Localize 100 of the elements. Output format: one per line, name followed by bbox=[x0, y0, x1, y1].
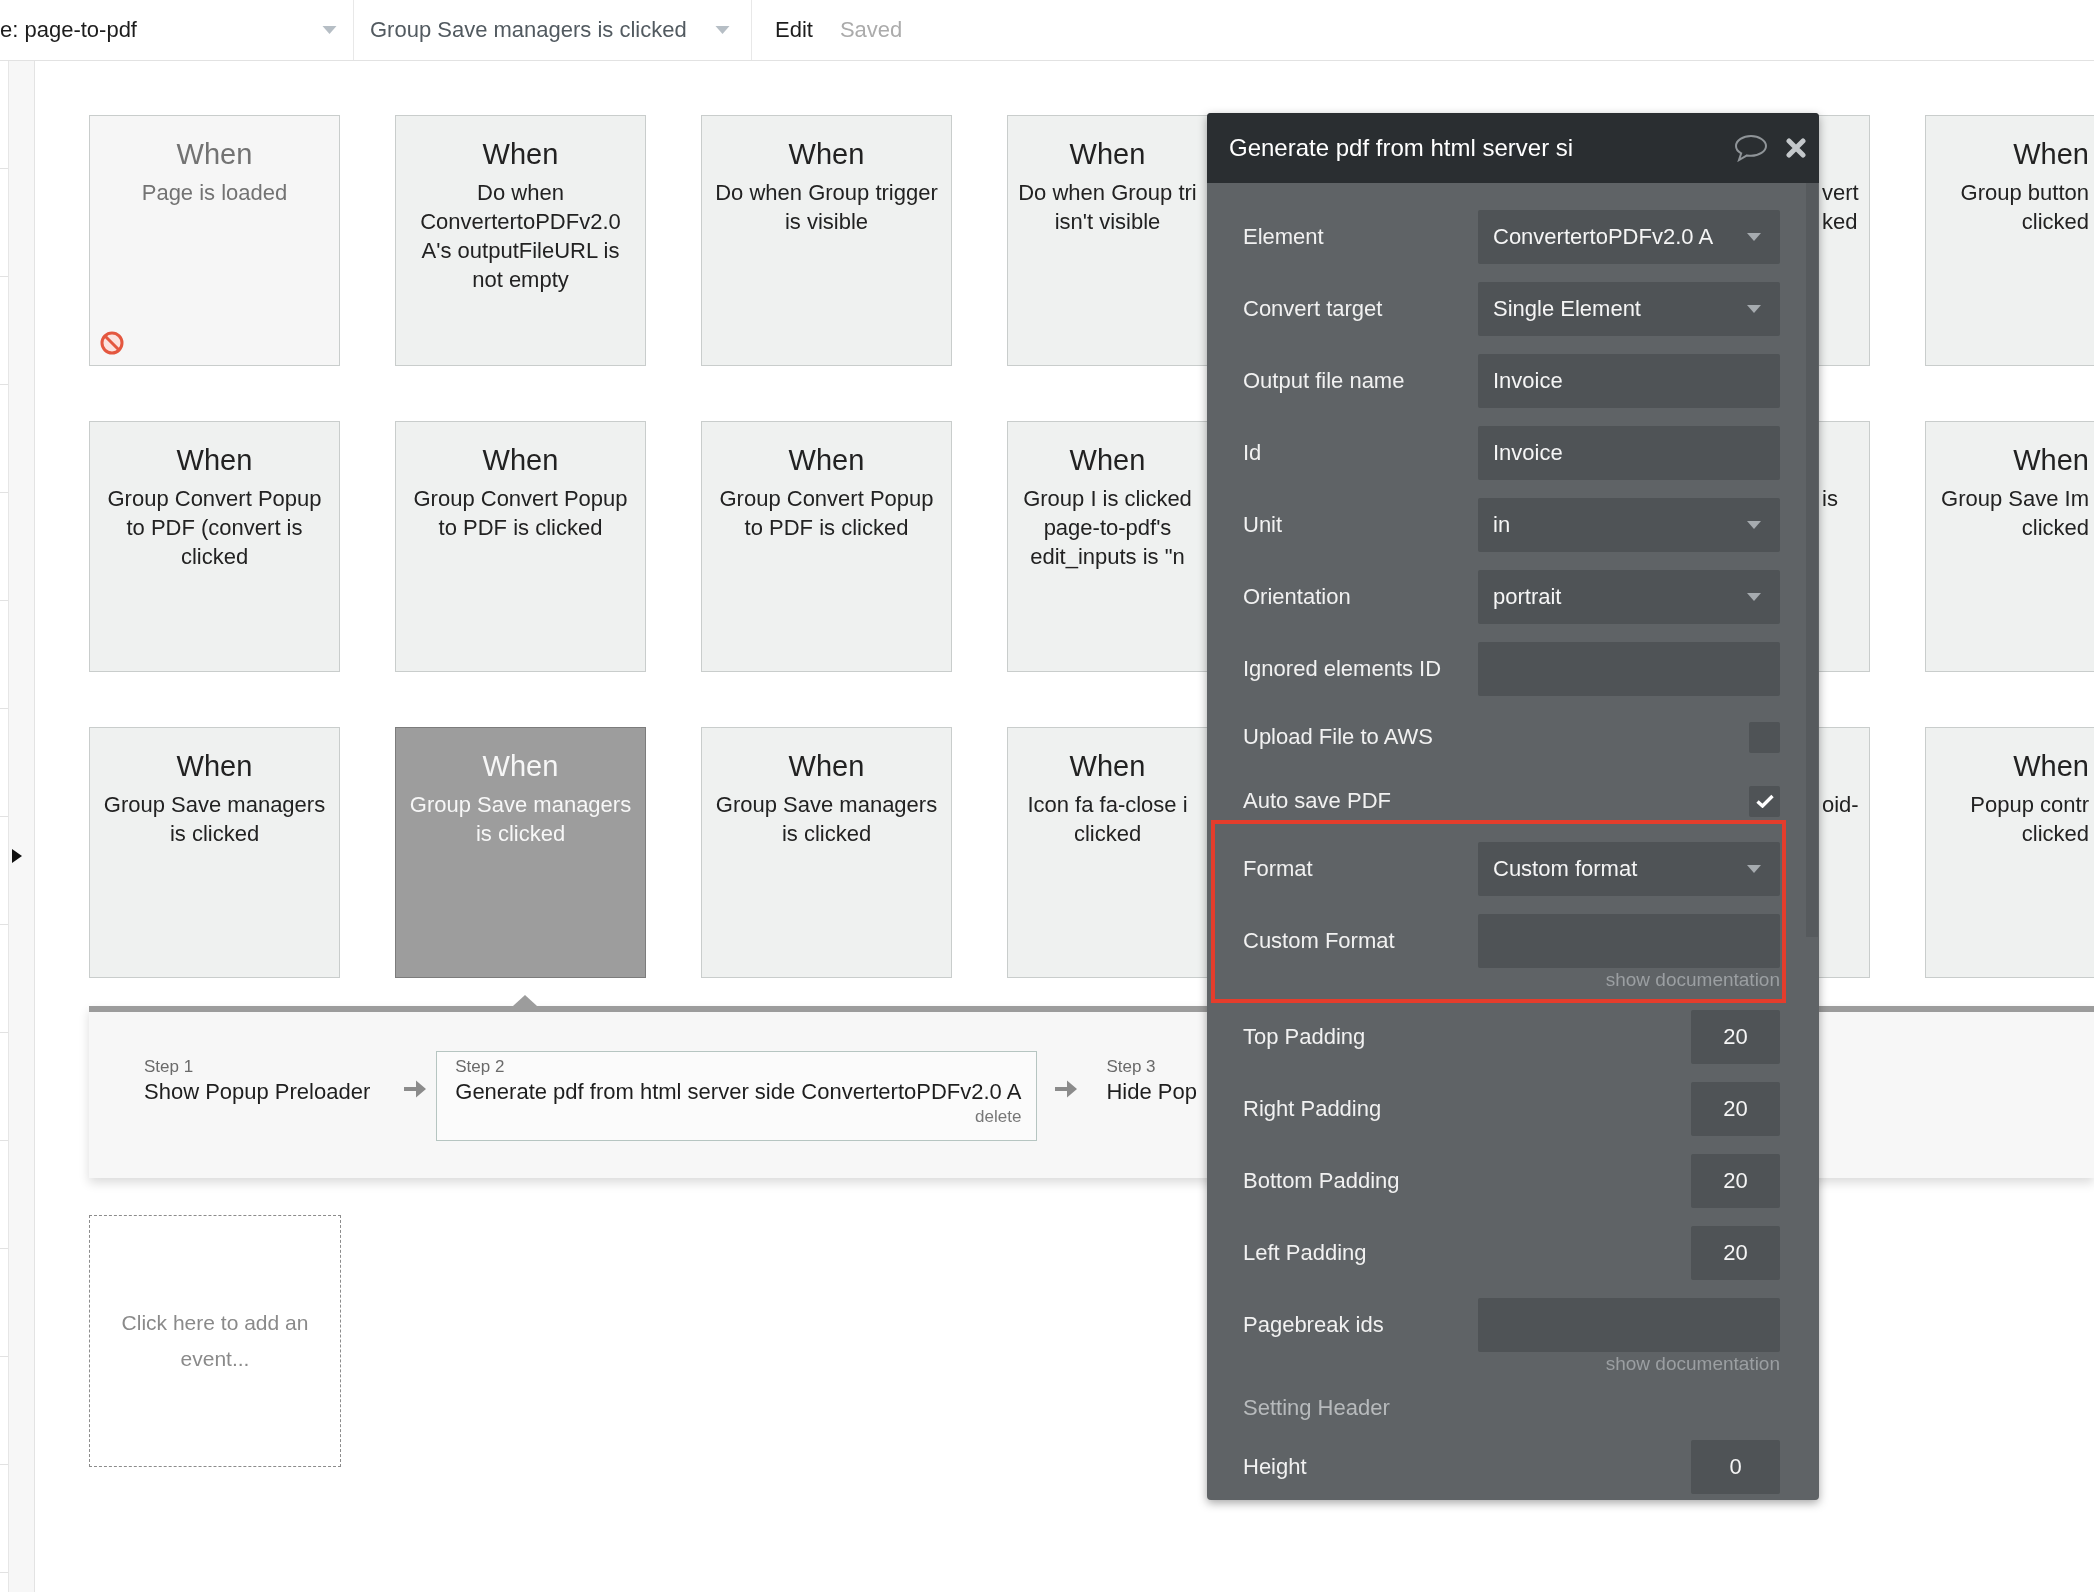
event-title: When bbox=[1069, 137, 1146, 171]
field-label: Ignored elements ID bbox=[1243, 656, 1442, 682]
event-description-fragment: ked bbox=[1822, 208, 1858, 236]
event-card[interactable]: When Group button clicked bbox=[1925, 115, 2094, 366]
event-card[interactable]: When Icon fa fa-close i clicked bbox=[1007, 727, 1207, 978]
field-label: Upload File to AWS bbox=[1243, 724, 1433, 750]
event-card[interactable]: When Group Save managers is clicked bbox=[701, 727, 952, 978]
text-field[interactable]: Invoice bbox=[1478, 426, 1780, 480]
event-description-fragment: Popup contr bbox=[1970, 791, 2089, 819]
event-description-fragment: clicked bbox=[2021, 820, 2089, 848]
close-icon[interactable] bbox=[1786, 138, 1806, 158]
field-label: Custom Format bbox=[1243, 928, 1395, 954]
event-card[interactable]: When Group Convert Popup to PDF is clicked bbox=[395, 421, 646, 672]
event-card[interactable]: When Popup contr clicked bbox=[1925, 727, 2094, 978]
page-dropdown[interactable]: e: page-to-pdf bbox=[0, 0, 354, 60]
field-label: Orientation bbox=[1243, 584, 1351, 610]
event-title: When bbox=[176, 443, 253, 477]
step-item[interactable]: Step 2 Generate pdf from html server side ConvertertoPDFv2.0 A delete bbox=[436, 1051, 1038, 1141]
field-label: Pagebreak ids bbox=[1243, 1312, 1384, 1338]
event-card[interactable]: oid- bbox=[1819, 727, 1870, 978]
event-card[interactable]: When Group Save managers is clicked bbox=[89, 727, 340, 978]
caret-icon bbox=[1747, 305, 1761, 313]
event-title: When bbox=[1069, 443, 1146, 477]
number-field[interactable]: 20 bbox=[1691, 1082, 1780, 1136]
field-label: Right Padding bbox=[1243, 1096, 1382, 1122]
step-action[interactable]: Generate pdf from html server side ConvertertoPDFv2.0 A bbox=[455, 1078, 1022, 1106]
checkbox[interactable] bbox=[1749, 785, 1780, 817]
event-description-fragment: isn't visible bbox=[1054, 208, 1161, 236]
field-label: Auto save PDF bbox=[1243, 788, 1391, 814]
step-number: Step 3 bbox=[1106, 1056, 1157, 1078]
event-card[interactable]: When Group Save Im clicked bbox=[1925, 421, 2094, 672]
event-title: When bbox=[176, 749, 253, 783]
event-card[interactable]: When Do when ConvertertoPDFv2.0 A's outputFileURL is not empty bbox=[395, 115, 646, 366]
event-description: Do when Group trigger is visible bbox=[714, 179, 939, 236]
event-description-fragment: clicked bbox=[2021, 514, 2089, 542]
event-dropdown[interactable]: Group Save managers is clicked bbox=[354, 0, 752, 60]
field-label: Height bbox=[1243, 1454, 1307, 1480]
number-field[interactable]: 0 bbox=[1691, 1440, 1780, 1494]
dropdown[interactable]: Custom format bbox=[1478, 842, 1780, 896]
step-action[interactable]: Hide Pop bbox=[1106, 1078, 1197, 1106]
caret-icon bbox=[322, 26, 337, 34]
field-label: Left Padding bbox=[1243, 1240, 1367, 1266]
field-label: Format bbox=[1243, 856, 1313, 882]
scrollbar-thumb[interactable] bbox=[1806, 183, 1818, 937]
event-title: When bbox=[2013, 749, 2089, 783]
dropdown[interactable]: portrait bbox=[1478, 570, 1780, 624]
event-description-fragment: Do when Group tri bbox=[1018, 179, 1197, 207]
caret-icon bbox=[1747, 521, 1761, 529]
dropdown[interactable]: Single Element bbox=[1478, 282, 1780, 336]
event-description-fragment: edit_inputs is "n bbox=[1030, 543, 1185, 571]
field-label: Convert target bbox=[1243, 296, 1383, 322]
step-number: Step 1 bbox=[144, 1056, 195, 1078]
event-title: When bbox=[482, 137, 559, 171]
event-description-fragment: page-to-pdf's bbox=[1043, 514, 1172, 542]
event-description-fragment: Group I is clicked bbox=[1023, 485, 1192, 513]
edit-menu[interactable]: Edit bbox=[775, 17, 813, 43]
delete-link[interactable]: delete bbox=[975, 1106, 1022, 1128]
event-description-fragment: oid- bbox=[1822, 791, 1859, 819]
panel-title: Generate pdf from html server si bbox=[1229, 134, 1574, 162]
expand-arrow-icon[interactable] bbox=[12, 849, 22, 863]
arrow-right-icon bbox=[1055, 1079, 1078, 1099]
event-description-fragment: Group button bbox=[1960, 179, 2089, 207]
event-description-fragment: Icon fa fa-close i bbox=[1027, 791, 1188, 819]
event-description: Group Convert Popup to PDF (convert is clicked bbox=[106, 485, 323, 571]
field-label: Bottom Padding bbox=[1243, 1168, 1400, 1194]
number-field[interactable]: 20 bbox=[1691, 1154, 1780, 1208]
text-field[interactable]: Invoice bbox=[1478, 354, 1780, 408]
number-field[interactable]: 20 bbox=[1691, 1010, 1780, 1064]
event-card[interactable]: When Group Convert Popup to PDF is clicked bbox=[701, 421, 952, 672]
field-label: Unit bbox=[1243, 512, 1283, 538]
event-card[interactable]: When Group Convert Popup to PDF (convert is clicked bbox=[89, 421, 340, 672]
field-label: Output file name bbox=[1243, 368, 1405, 394]
event-title: When bbox=[2013, 137, 2089, 171]
event-card[interactable]: When Group I is clicked page-to-pdf's edit_inputs is "n bbox=[1007, 421, 1207, 672]
comment-icon[interactable] bbox=[1734, 134, 1768, 162]
caret-icon bbox=[715, 26, 730, 34]
event-description-fragment: clicked bbox=[1073, 820, 1142, 848]
step-action[interactable]: Show Popup Preloader bbox=[144, 1078, 371, 1106]
caret-icon bbox=[1747, 593, 1761, 601]
section-heading: Setting Header bbox=[1243, 1395, 1390, 1421]
checkmark-icon bbox=[1755, 794, 1774, 808]
event-description: Group Save managers is clicked bbox=[714, 791, 939, 848]
event-description-fragment: is bbox=[1822, 485, 1838, 513]
field-label: Element bbox=[1243, 224, 1324, 250]
number-field[interactable]: 20 bbox=[1691, 1226, 1780, 1280]
event-card[interactable]: When Do when Group trigger is visible bbox=[701, 115, 952, 366]
event-card[interactable]: When Do when Group tri isn't visible bbox=[1007, 115, 1207, 366]
event-description-fragment: Group Save Im bbox=[1941, 485, 2089, 513]
no-entry-icon bbox=[100, 331, 124, 355]
event-description: Group Save managers is clicked bbox=[102, 791, 327, 848]
event-card[interactable]: is bbox=[1819, 421, 1870, 672]
dropdown[interactable]: ConvertertoPDFv2.0 A bbox=[1478, 210, 1780, 264]
dropdown[interactable]: in bbox=[1478, 498, 1780, 552]
event-description: Group Convert Popup to PDF is clicked bbox=[412, 485, 629, 542]
event-description: Group Save managers is clicked bbox=[408, 791, 633, 848]
event-title: When bbox=[2013, 443, 2089, 477]
event-card[interactable]: vert ked bbox=[1819, 115, 1870, 366]
event-description: Group Convert Popup to PDF is clicked bbox=[718, 485, 935, 542]
event-title: When bbox=[788, 137, 865, 171]
field-label: Id bbox=[1243, 440, 1262, 466]
